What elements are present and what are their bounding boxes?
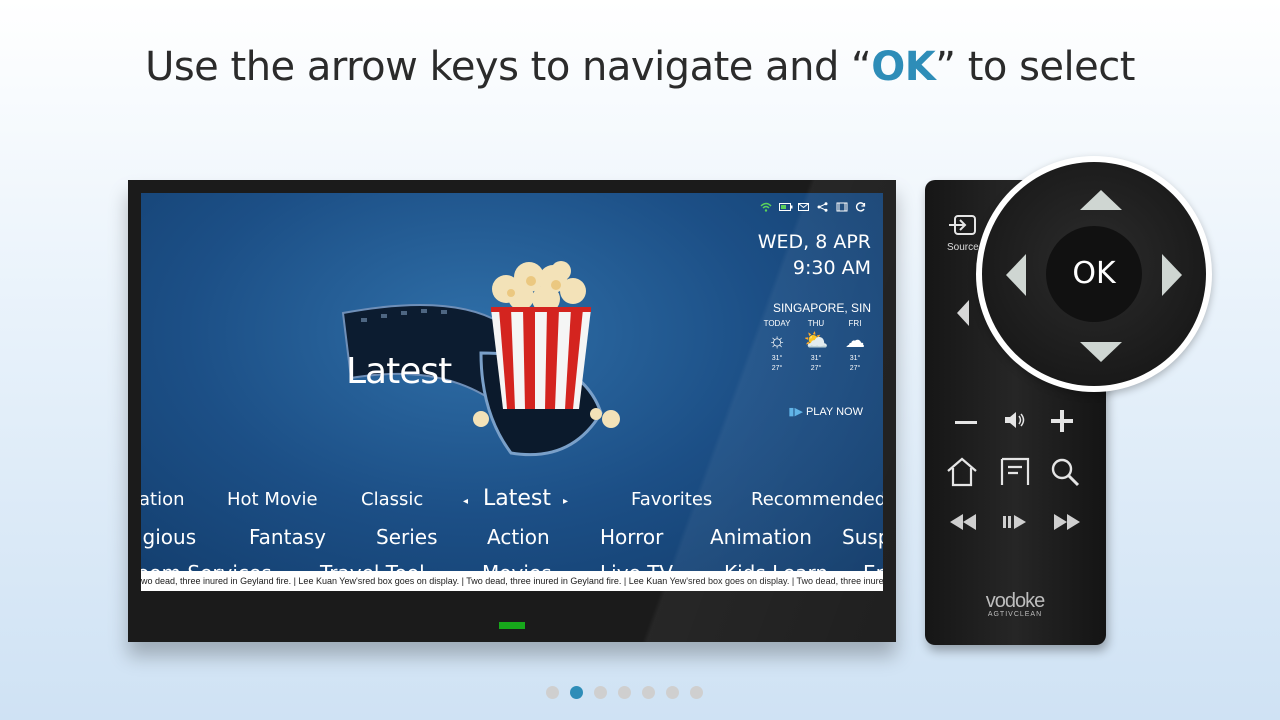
menu-item[interactable]: ation	[141, 489, 185, 510]
chevron-left-icon: ◂	[463, 496, 469, 507]
volume-down-button[interactable]	[953, 412, 979, 437]
partly-cloudy-icon: ⛅	[803, 330, 829, 352]
menu-item[interactable]: Susp	[842, 525, 883, 549]
ok-button[interactable]: OK	[1046, 226, 1142, 322]
pagination-dot[interactable]	[666, 686, 679, 699]
headline-ok: OK	[871, 44, 936, 90]
news-ticker: wo dead, three inured in Geyland fire. |…	[141, 571, 883, 591]
clock-date: WED, 8 APR	[757, 231, 871, 253]
menu-row-genres: igious Fantasy Series Action Horror Anim…	[141, 525, 883, 555]
weather-widget: SINGAPORE, SIN TODAY ☼ 31° 27° THU ⛅ 31° 2…	[761, 301, 871, 374]
weather-high: 31°	[849, 355, 861, 362]
refresh-icon	[855, 202, 867, 215]
rewind-icon	[950, 514, 976, 530]
fast-forward-icon	[1054, 514, 1080, 530]
headline-text-end: ” to select	[935, 44, 1135, 90]
play-now-label: PLAY NOW	[805, 406, 863, 418]
pagination-dots	[546, 686, 703, 699]
mail-icon	[798, 202, 810, 215]
plus-icon	[1051, 410, 1073, 432]
weather-day: TODAY ☼ 31° 27°	[761, 319, 793, 374]
tv-frame: WED, 8 APR 9:30 AM SINGAPORE, SIN TODAY …	[128, 180, 896, 642]
clock-time: 9:30 AM	[792, 257, 871, 279]
pagination-dot[interactable]	[594, 686, 607, 699]
share-icon	[817, 202, 829, 215]
popcorn-graphic	[473, 261, 620, 428]
dpad-left-button[interactable]	[1002, 250, 1030, 300]
mute-button[interactable]	[1003, 409, 1027, 436]
pagination-dot[interactable]	[570, 686, 583, 699]
arrow-left-icon	[957, 300, 969, 326]
clock: WED, 8 APR 9:30 AM	[758, 231, 871, 279]
menu-item[interactable]: Recommended	[751, 489, 883, 510]
brand-logo: vodoke	[985, 590, 1046, 612]
play-now-button[interactable]: ▮▶ PLAY NOW	[788, 405, 863, 418]
weather-day-label: TODAY	[763, 319, 791, 328]
remote-brand: vodoke AGTIVCLEAN	[975, 590, 1055, 618]
pagination-dot[interactable]	[618, 686, 631, 699]
pagination-dot[interactable]	[690, 686, 703, 699]
headline-text: Use the arrow keys to navigate and “	[145, 44, 872, 90]
menu-item-selected[interactable]: Latest	[483, 486, 551, 511]
weather-city: SINGAPORE, SIN	[772, 301, 871, 315]
source-label: Source	[947, 242, 979, 253]
speaker-icon	[1005, 412, 1025, 428]
left-arrow-button[interactable]	[955, 298, 971, 333]
chevron-right-icon: ▸	[563, 496, 569, 507]
minus-icon	[955, 421, 977, 424]
menu-item[interactable]: Classic	[361, 489, 423, 510]
headline: Use the arrow keys to navigate and “OK” …	[0, 44, 1280, 90]
menu-item[interactable]: Horror	[600, 525, 663, 549]
rain-icon: ☁	[845, 330, 865, 352]
volume-up-button[interactable]	[1049, 408, 1075, 439]
weather-low: 27°	[810, 365, 822, 372]
menu-item[interactable]: Favorites	[631, 489, 712, 510]
source-icon	[949, 215, 976, 235]
tv-screen: WED, 8 APR 9:30 AM SINGAPORE, SIN TODAY …	[141, 193, 883, 591]
play-pause-button[interactable]	[1001, 512, 1029, 537]
film-icon	[836, 202, 848, 215]
menu-item[interactable]: igious	[141, 525, 196, 549]
search-icon	[1051, 458, 1080, 487]
menu-item[interactable]: Hot Movie	[227, 489, 318, 510]
battery-icon	[779, 202, 793, 215]
weather-day-label: THU	[807, 319, 825, 328]
search-button[interactable]	[1049, 456, 1081, 493]
source-button[interactable]	[947, 212, 979, 245]
pagination-dot[interactable]	[546, 686, 559, 699]
play-pause-icon: ▮▶	[788, 406, 803, 418]
menu-button[interactable]	[999, 456, 1031, 493]
menu-item[interactable]: Animation	[710, 525, 812, 549]
fast-forward-button[interactable]	[1051, 512, 1083, 537]
status-bar	[760, 202, 867, 215]
weather-low: 27°	[849, 365, 861, 372]
hero-category-label: Latest	[346, 351, 452, 392]
menu-item[interactable]: Series	[376, 525, 438, 549]
weather-day: THU ⛅ 31° 27°	[800, 319, 832, 374]
power-led	[499, 622, 525, 629]
play-pause-icon	[1003, 515, 1026, 529]
dpad-up-button[interactable]	[1076, 186, 1126, 214]
dpad-zoom: OK	[976, 156, 1212, 392]
home-icon	[947, 457, 977, 487]
menu-item[interactable]: Action	[487, 525, 550, 549]
weather-low: 27°	[771, 365, 783, 372]
dpad-right-button[interactable]	[1158, 250, 1186, 300]
rewind-button[interactable]	[947, 512, 979, 537]
dpad-down-button[interactable]	[1076, 338, 1126, 366]
menu-row-categories: ation Hot Movie Classic ◂ Latest ▸ Favor…	[141, 486, 883, 519]
pagination-dot[interactable]	[642, 686, 655, 699]
weather-day: FRI ☁ 31° 27°	[839, 319, 871, 374]
weather-day-label: FRI	[848, 319, 862, 328]
home-button[interactable]	[945, 456, 979, 493]
weather-high: 31°	[810, 355, 822, 362]
menu-item[interactable]: Fantasy	[249, 525, 326, 549]
wifi-icon	[760, 202, 772, 215]
sun-icon: ☼	[767, 330, 787, 352]
weather-high: 31°	[771, 355, 783, 362]
menu-icon	[1000, 457, 1030, 485]
